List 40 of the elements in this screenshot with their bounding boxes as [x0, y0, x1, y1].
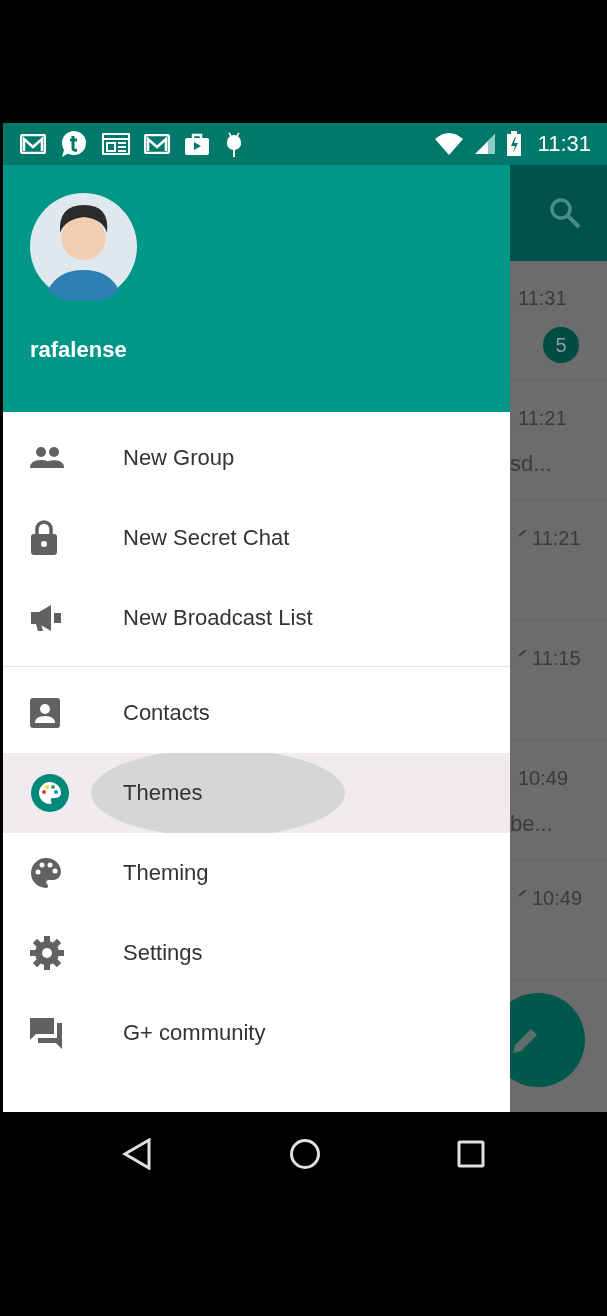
menu-item[interactable]: Theming — [3, 833, 510, 913]
battery-icon — [505, 131, 522, 157]
palette-icon — [30, 773, 70, 813]
menu-item-label: G+ community — [123, 1020, 266, 1046]
menu-item[interactable]: New Secret Chat — [3, 498, 510, 578]
mail-icon — [20, 134, 46, 154]
menu-item[interactable]: G+ community — [3, 993, 510, 1073]
menu-item-label: New Secret Chat — [123, 525, 290, 551]
menu-item[interactable]: Settings — [3, 913, 510, 993]
menu-item-label: New Group — [123, 445, 235, 471]
clock-time: 11:31 — [537, 131, 591, 157]
news-icon — [102, 133, 130, 155]
menu-item[interactable]: Contacts — [3, 673, 510, 753]
wifi-icon — [433, 133, 464, 155]
back-icon[interactable] — [122, 1137, 152, 1170]
recents-icon[interactable] — [457, 1139, 485, 1168]
lock-icon — [30, 520, 58, 556]
home-icon[interactable] — [288, 1137, 321, 1170]
menu-item-label: Settings — [123, 940, 203, 966]
store-bag-icon — [184, 132, 210, 156]
menu-item[interactable]: Themes — [3, 753, 510, 833]
menu-item-label: Theming — [123, 860, 209, 886]
menu-item-label: Themes — [123, 780, 203, 806]
menu-item[interactable]: New Broadcast List — [3, 578, 510, 658]
chat-bubble-icon — [60, 130, 88, 158]
avatar-icon — [30, 193, 137, 300]
menu-item[interactable]: New Group — [3, 418, 510, 498]
signal-icon — [473, 133, 496, 155]
user-name: rafalense — [30, 337, 128, 363]
unread-count: 5 — [543, 327, 579, 363]
palette-icon — [30, 857, 62, 889]
menu-item-label: New Broadcast List — [123, 605, 313, 631]
android-icon — [224, 130, 244, 158]
mail-icon — [144, 134, 170, 154]
settings-icon — [30, 936, 64, 970]
contact-card-icon — [30, 698, 60, 728]
people-icon — [30, 446, 64, 470]
megaphone-icon — [30, 604, 62, 632]
forum-icon — [30, 1016, 64, 1050]
menu-item-label: Contacts — [123, 700, 210, 726]
